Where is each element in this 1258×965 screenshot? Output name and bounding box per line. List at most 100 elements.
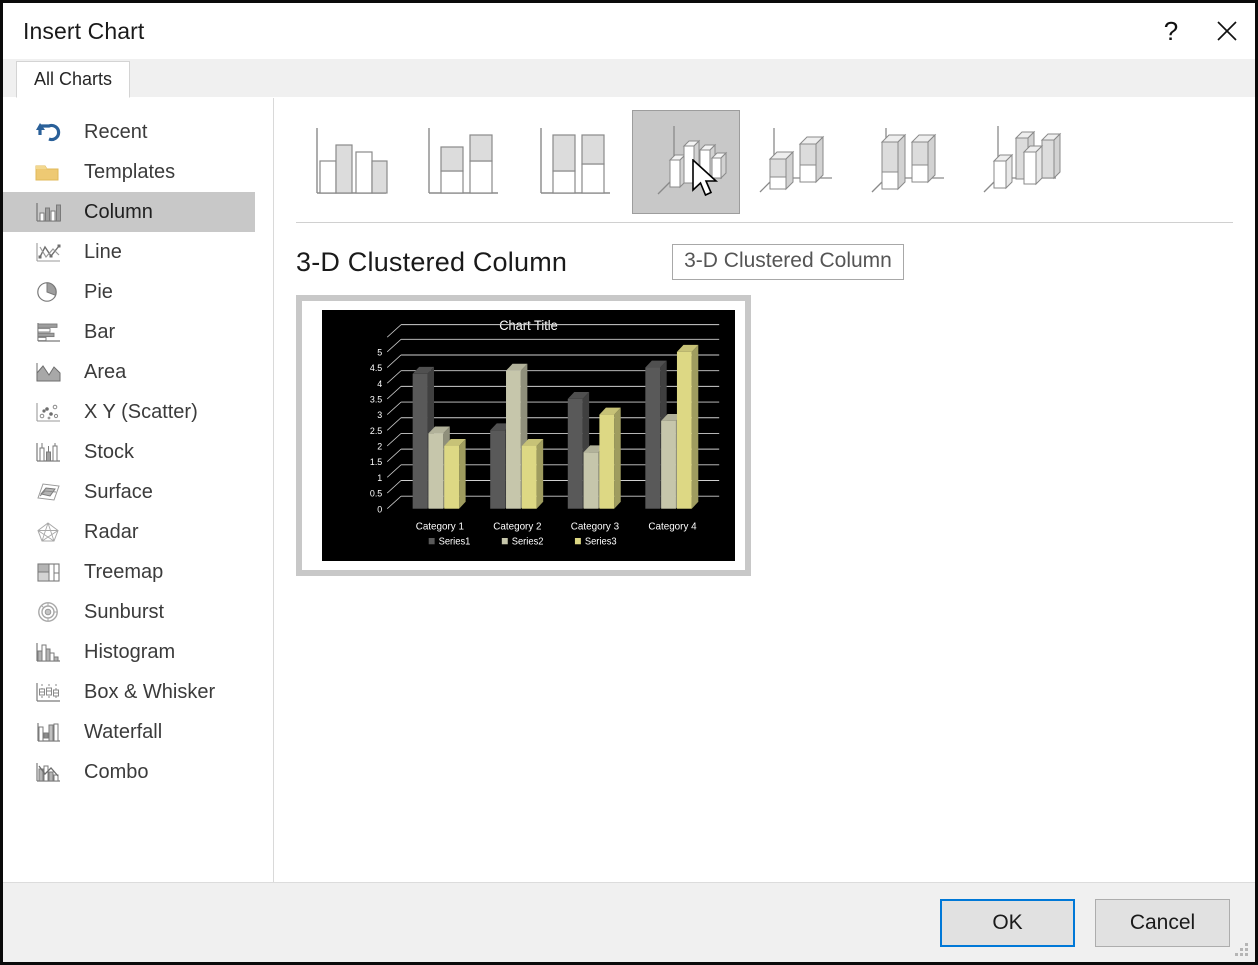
treemap-chart-icon bbox=[34, 558, 68, 586]
chart-bar bbox=[599, 408, 620, 509]
sidebar-item-column[interactable]: Column bbox=[3, 192, 255, 232]
ok-button[interactable]: OK bbox=[940, 899, 1075, 947]
chart-title-text: Chart Title bbox=[499, 318, 558, 333]
waterfall-chart-icon bbox=[34, 718, 68, 746]
chart-preview-frame[interactable]: Chart Title 00.511.522.533.544.55Categor… bbox=[296, 295, 751, 576]
chart-bar bbox=[522, 439, 543, 509]
dialog-footer: OK Cancel bbox=[3, 882, 1255, 962]
y-axis-tick-label: 3.5 bbox=[370, 394, 382, 404]
x-axis-category-label: Category 4 bbox=[648, 521, 697, 532]
thumbnail-stacked-column[interactable] bbox=[408, 110, 516, 214]
sidebar-item-surface[interactable]: Surface bbox=[3, 472, 255, 512]
help-icon[interactable]: ? bbox=[1143, 3, 1199, 59]
sidebar-item-treemap[interactable]: Treemap bbox=[3, 552, 255, 592]
cancel-button[interactable]: Cancel bbox=[1095, 899, 1230, 947]
thumbnail-3d-100-percent-stacked-column[interactable] bbox=[856, 110, 964, 214]
tab-label: All Charts bbox=[34, 69, 112, 90]
sidebar-item-line[interactable]: Line bbox=[3, 232, 255, 272]
legend-label: Series3 bbox=[585, 536, 617, 547]
sidebar-item-label: Templates bbox=[84, 161, 175, 184]
column-chart-icon bbox=[34, 198, 68, 226]
sidebar-item-histogram[interactable]: Histogram bbox=[3, 632, 255, 672]
resize-grip-icon[interactable] bbox=[1235, 943, 1249, 957]
sidebar-item-label: Recent bbox=[84, 121, 147, 144]
sidebar-item-label: Line bbox=[84, 241, 122, 264]
legend-swatch bbox=[575, 538, 581, 544]
sidebar-item-templates[interactable]: Templates bbox=[3, 152, 255, 192]
sidebar-item-radar[interactable]: Radar bbox=[3, 512, 255, 552]
combo-chart-icon bbox=[34, 758, 68, 786]
undo-arrow-icon bbox=[34, 118, 68, 146]
y-axis-tick-label: 4.5 bbox=[370, 363, 382, 373]
chart-preview-inner: Chart Title 00.511.522.533.544.55Categor… bbox=[302, 301, 745, 570]
gallery-divider bbox=[296, 222, 1233, 223]
pie-chart-icon bbox=[34, 278, 68, 306]
sidebar-item-label: X Y (Scatter) bbox=[84, 401, 198, 424]
sidebar-item-scatter[interactable]: X Y (Scatter) bbox=[3, 392, 255, 432]
y-axis-tick-label: 5 bbox=[377, 347, 382, 357]
chart-subtype-gallery bbox=[296, 98, 1233, 214]
tab-all-charts[interactable]: All Charts bbox=[16, 61, 130, 98]
dialog-title: Insert Chart bbox=[23, 18, 144, 45]
sidebar-item-label: Pie bbox=[84, 281, 113, 304]
chart-bar bbox=[444, 439, 465, 509]
stock-chart-icon bbox=[34, 438, 68, 466]
legend-label: Series2 bbox=[512, 536, 544, 547]
chart-type-tooltip: 3-D Clustered Column bbox=[672, 244, 904, 280]
sidebar-item-label: Histogram bbox=[84, 641, 175, 664]
sidebar-item-label: Surface bbox=[84, 481, 153, 504]
sidebar-item-combo[interactable]: Combo bbox=[3, 752, 255, 792]
mouse-cursor-icon bbox=[691, 159, 725, 208]
legend-swatch bbox=[502, 538, 508, 544]
title-bar: Insert Chart ? bbox=[3, 3, 1255, 59]
thumbnail-3d-stacked-column[interactable] bbox=[744, 110, 852, 214]
sidebar-item-pie[interactable]: Pie bbox=[3, 272, 255, 312]
x-axis-category-label: Category 3 bbox=[571, 521, 620, 532]
preview-heading: 3-D Clustered Column bbox=[296, 247, 567, 278]
chart-type-sidebar: Recent Templates Column Line bbox=[3, 98, 274, 882]
insert-chart-dialog: Insert Chart ? All Charts Recent bbox=[0, 0, 1258, 965]
sidebar-item-label: Radar bbox=[84, 521, 138, 544]
radar-chart-icon bbox=[34, 518, 68, 546]
surface-chart-icon bbox=[34, 478, 68, 506]
y-axis-tick-label: 3 bbox=[377, 410, 382, 420]
sidebar-item-box-whisker[interactable]: Box & Whisker bbox=[3, 672, 255, 712]
y-axis-tick-label: 0.5 bbox=[370, 488, 382, 498]
sidebar-item-area[interactable]: Area bbox=[3, 352, 255, 392]
close-icon[interactable] bbox=[1199, 3, 1255, 59]
sidebar-item-label: Waterfall bbox=[84, 721, 162, 744]
sidebar-item-sunburst[interactable]: Sunburst bbox=[3, 592, 255, 632]
histogram-chart-icon bbox=[34, 638, 68, 666]
sidebar-item-label: Column bbox=[84, 201, 153, 224]
x-axis-category-label: Category 2 bbox=[493, 521, 542, 532]
dialog-body: Recent Templates Column Line bbox=[3, 98, 1255, 882]
chart-preview: Chart Title 00.511.522.533.544.55Categor… bbox=[322, 310, 735, 561]
chart-bar bbox=[677, 345, 698, 509]
scatter-chart-icon bbox=[34, 398, 68, 426]
y-axis-tick-label: 0 bbox=[377, 504, 382, 514]
sidebar-item-label: Sunburst bbox=[84, 601, 164, 624]
chart-svg: Chart Title 00.511.522.533.544.55Categor… bbox=[322, 310, 735, 561]
box-whisker-icon bbox=[34, 678, 68, 706]
sidebar-item-recent[interactable]: Recent bbox=[3, 112, 255, 152]
thumbnail-3d-column[interactable] bbox=[968, 110, 1076, 214]
thumbnail-3d-clustered-column[interactable] bbox=[632, 110, 740, 214]
line-chart-icon bbox=[34, 238, 68, 266]
sidebar-item-label: Treemap bbox=[84, 561, 163, 584]
tab-strip: All Charts bbox=[3, 59, 1255, 98]
sidebar-item-stock[interactable]: Stock bbox=[3, 432, 255, 472]
area-chart-icon bbox=[34, 358, 68, 386]
y-axis-tick-label: 4 bbox=[377, 379, 382, 389]
thumbnail-clustered-column[interactable] bbox=[296, 110, 404, 214]
x-axis-category-label: Category 1 bbox=[416, 521, 465, 532]
sidebar-item-label: Area bbox=[84, 361, 126, 384]
sunburst-chart-icon bbox=[34, 598, 68, 626]
sidebar-item-bar[interactable]: Bar bbox=[3, 312, 255, 352]
sidebar-item-waterfall[interactable]: Waterfall bbox=[3, 712, 255, 752]
legend-label: Series1 bbox=[439, 536, 471, 547]
sidebar-item-label: Bar bbox=[84, 321, 115, 344]
sidebar-item-label: Box & Whisker bbox=[84, 681, 215, 704]
preview-header: 3-D Clustered Column 3-D Clustered Colum… bbox=[296, 241, 1233, 283]
folder-icon bbox=[34, 158, 68, 186]
thumbnail-100-percent-stacked-column[interactable] bbox=[520, 110, 628, 214]
